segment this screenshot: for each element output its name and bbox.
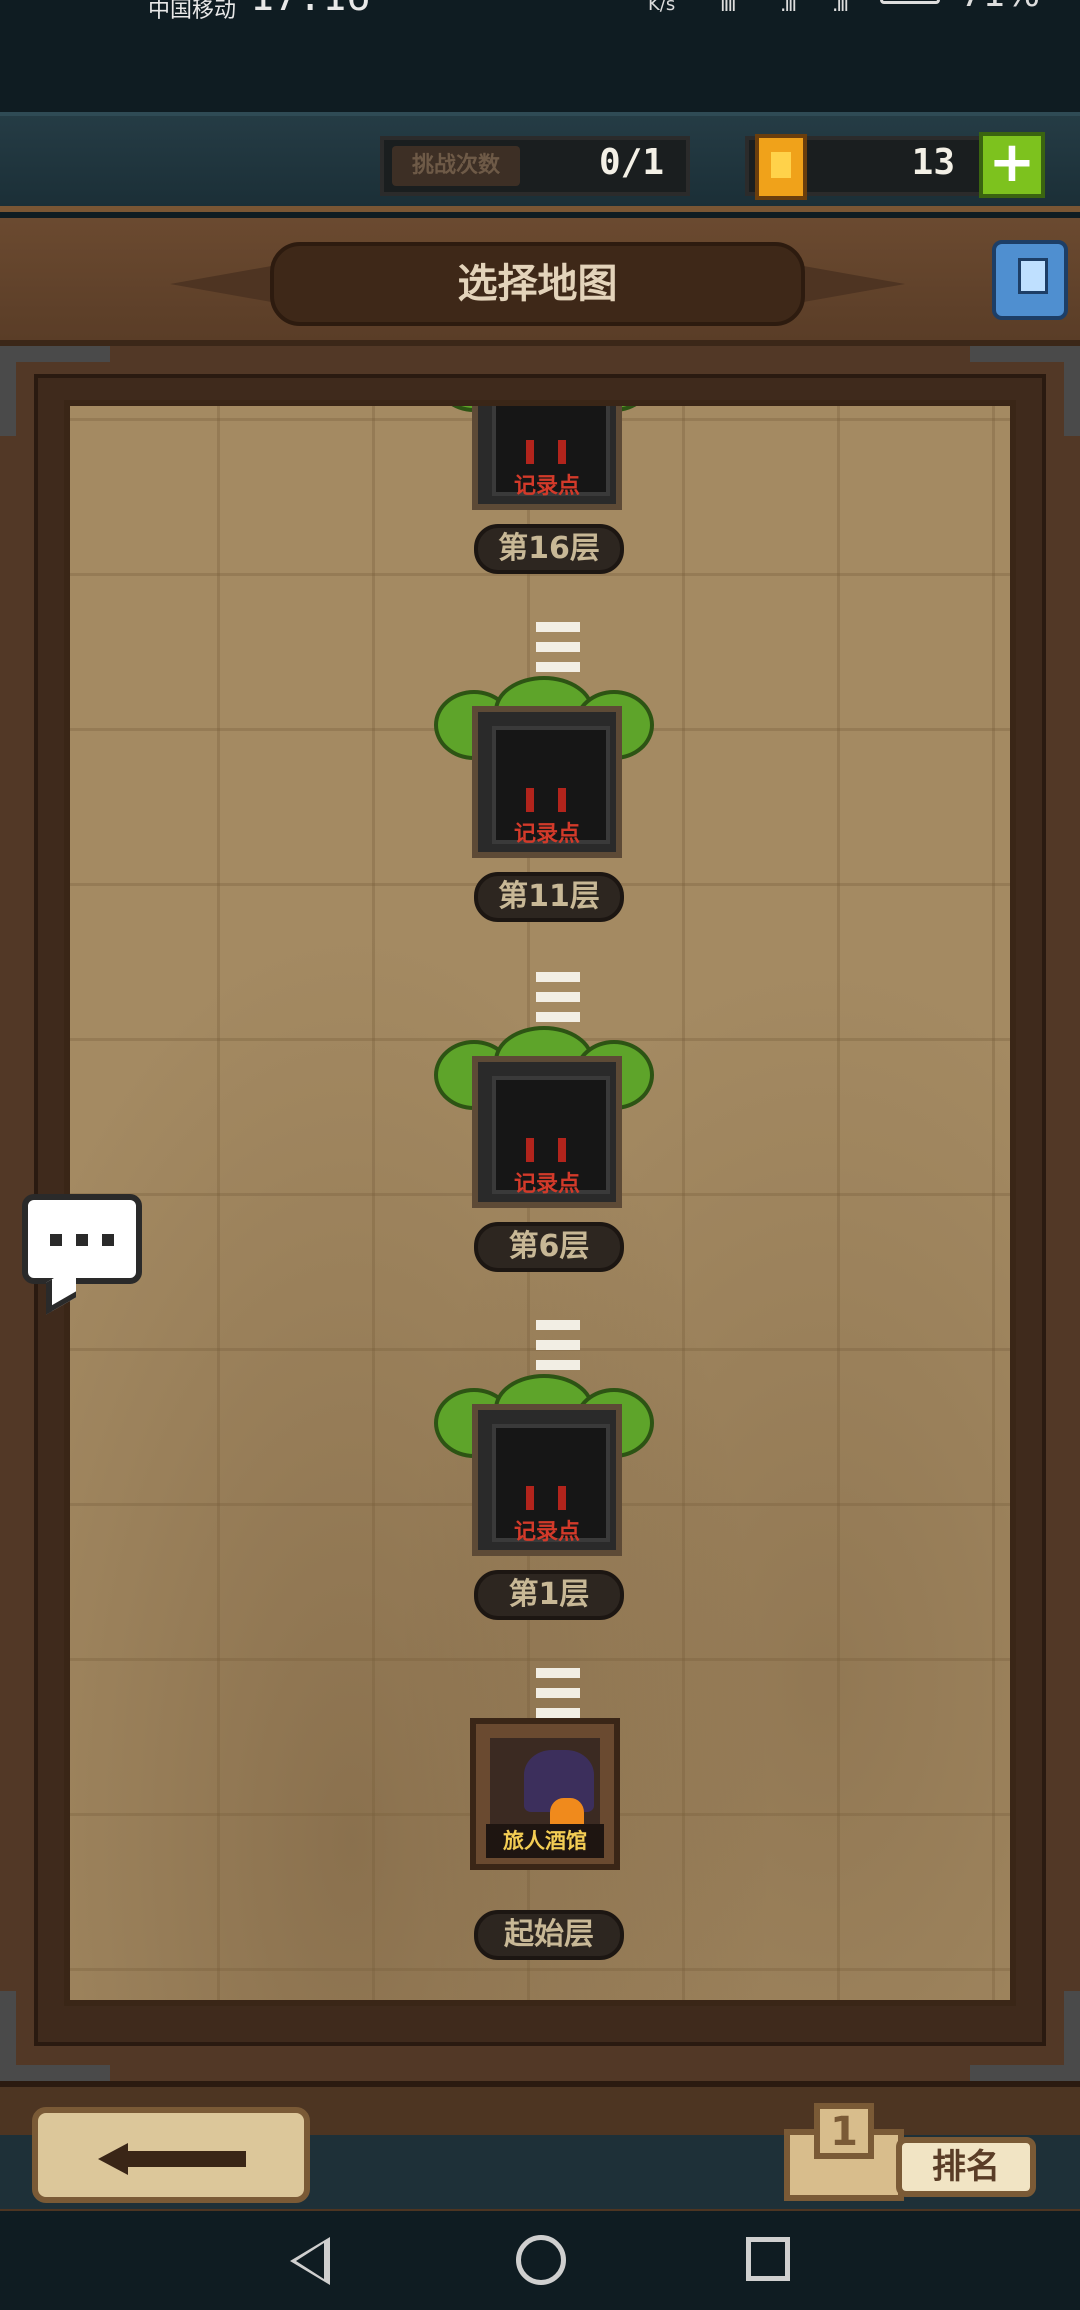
map-frame: 记录点 第16层 记录点 第11层 记录点 第6层 记录点 第1层 旅人酒馆 起…	[0, 346, 1080, 2081]
bottom-bar: 1 排名	[0, 2081, 1080, 2211]
net-speed: K/s	[648, 0, 676, 15]
start-floor-label[interactable]: 起始层	[474, 1910, 624, 1960]
battery-percent: 71%	[960, 0, 1040, 15]
rank-number: 1	[814, 2103, 874, 2159]
path-steps	[536, 1320, 580, 1380]
add-ticket-button[interactable]: +	[979, 132, 1045, 198]
signal-icon: .ıll	[832, 0, 849, 16]
chat-bubble-icon[interactable]	[22, 1194, 142, 1284]
title-banner: 选择地图	[170, 242, 905, 326]
floor-label: 第6层	[474, 1222, 624, 1272]
ranking-label: 排名	[896, 2137, 1036, 2197]
nav-home-icon[interactable]	[516, 2235, 566, 2285]
dungeon-door-icon: 记录点	[472, 1056, 622, 1208]
challenge-count: 0/1	[598, 142, 664, 183]
floor-label: 第16层	[474, 524, 624, 574]
challenge-label: 挑战次数	[392, 146, 520, 186]
battery-icon	[880, 0, 940, 4]
path-steps	[536, 622, 580, 682]
checkpoint-label: 记录点	[513, 1520, 580, 1545]
status-bar: 中国移动 17:16 K/s ıIlı .ıll .ıll 71%	[0, 0, 1080, 40]
header-banner: 选择地图	[0, 218, 1080, 346]
checkpoint-label: 记录点	[513, 1172, 580, 1197]
nav-recents-icon[interactable]	[746, 2237, 790, 2281]
dungeon-door-icon: 记录点	[472, 1404, 622, 1556]
ranking-button[interactable]: 1 排名	[770, 2103, 1040, 2203]
checkpoint-label: 记录点	[513, 822, 580, 847]
system-nav-bar	[0, 2211, 1080, 2310]
checkpoint-label: 记录点	[513, 474, 580, 499]
challenge-counter: 挑战次数 0/1	[380, 136, 690, 196]
tavern-label: 旅人酒馆	[486, 1824, 604, 1858]
clock: 17:16	[250, 0, 370, 20]
wifi-icon: ıIlı	[720, 0, 737, 16]
nav-back-icon[interactable]	[290, 2237, 330, 2285]
ticket-counter: 13 +	[745, 132, 1045, 200]
golden-ticket-icon	[755, 134, 807, 200]
ticket-count: 13	[911, 142, 955, 183]
path-steps	[536, 972, 580, 1032]
tavern-node[interactable]: 旅人酒馆	[470, 1718, 620, 1870]
signal-icon: .ıll	[780, 0, 797, 16]
resource-bar: 挑战次数 0/1 13 +	[0, 112, 1080, 212]
back-button[interactable]	[32, 2107, 310, 2203]
floor-label: 第1层	[474, 1570, 624, 1620]
dungeon-door-icon: 记录点	[472, 406, 622, 510]
carrier-name: 中国移动	[148, 0, 237, 23]
page-title: 选择地图	[457, 261, 618, 307]
back-arrow-icon	[98, 2143, 128, 2175]
map-scroll-area[interactable]: 记录点 第16层 记录点 第11层 记录点 第6层 记录点 第1层 旅人酒馆 起…	[64, 400, 1016, 2006]
floor-label: 第11层	[474, 872, 624, 922]
dungeon-door-icon: 记录点	[472, 706, 622, 858]
settings-button[interactable]	[992, 240, 1068, 320]
